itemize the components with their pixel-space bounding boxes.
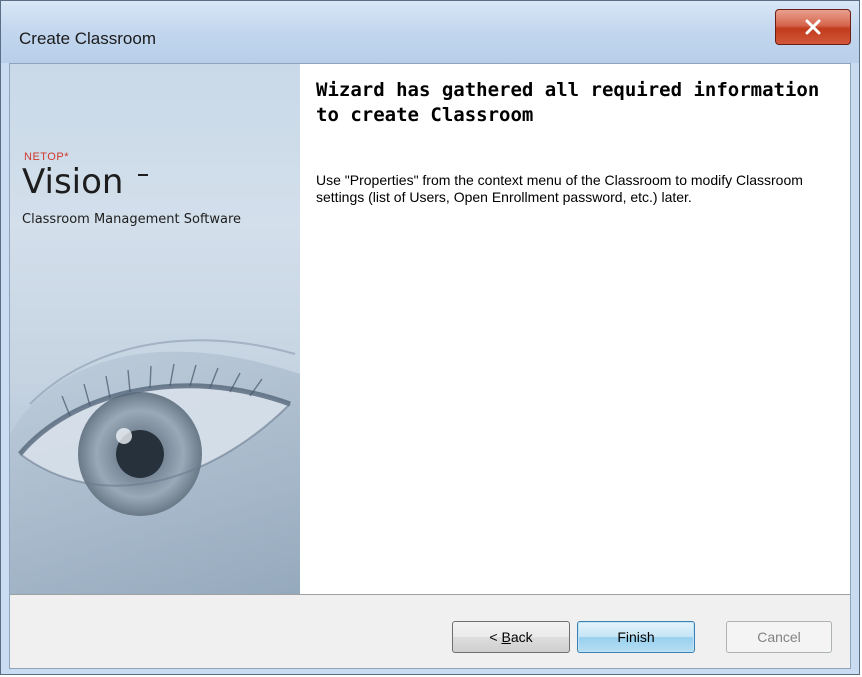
back-button-accelerator: B [501, 629, 511, 645]
cancel-button[interactable]: Cancel [726, 621, 832, 653]
wizard-heading: Wizard has gathered all required informa… [316, 79, 820, 126]
wizard-side-banner: NETOP* Vision Classroom Management Softw… [10, 64, 300, 594]
wizard-description: Use "Properties" from the context menu o… [316, 172, 803, 205]
create-classroom-window: Create Classroom NETOP* Vision Classroom… [0, 0, 860, 675]
window-title: Create Classroom [19, 29, 156, 48]
brand-mark [138, 174, 148, 176]
brand-tagline: Classroom Management Software [22, 212, 242, 227]
finish-button[interactable]: Finish [577, 621, 695, 653]
back-button[interactable]: < Back [452, 621, 570, 653]
title-bar[interactable]: Create Classroom [1, 1, 859, 63]
back-button-prefix: < [489, 629, 502, 645]
wizard-client-area: NETOP* Vision Classroom Management Softw… [9, 63, 851, 669]
wizard-content: Wizard has gathered all required informa… [300, 64, 850, 594]
eye-illustration [10, 284, 300, 594]
back-button-label: ack [510, 629, 533, 645]
close-button[interactable] [775, 9, 851, 45]
wizard-button-bar: < Back Finish Cancel [10, 594, 850, 668]
close-icon [804, 19, 822, 35]
brand-vision: Vision [22, 162, 124, 202]
